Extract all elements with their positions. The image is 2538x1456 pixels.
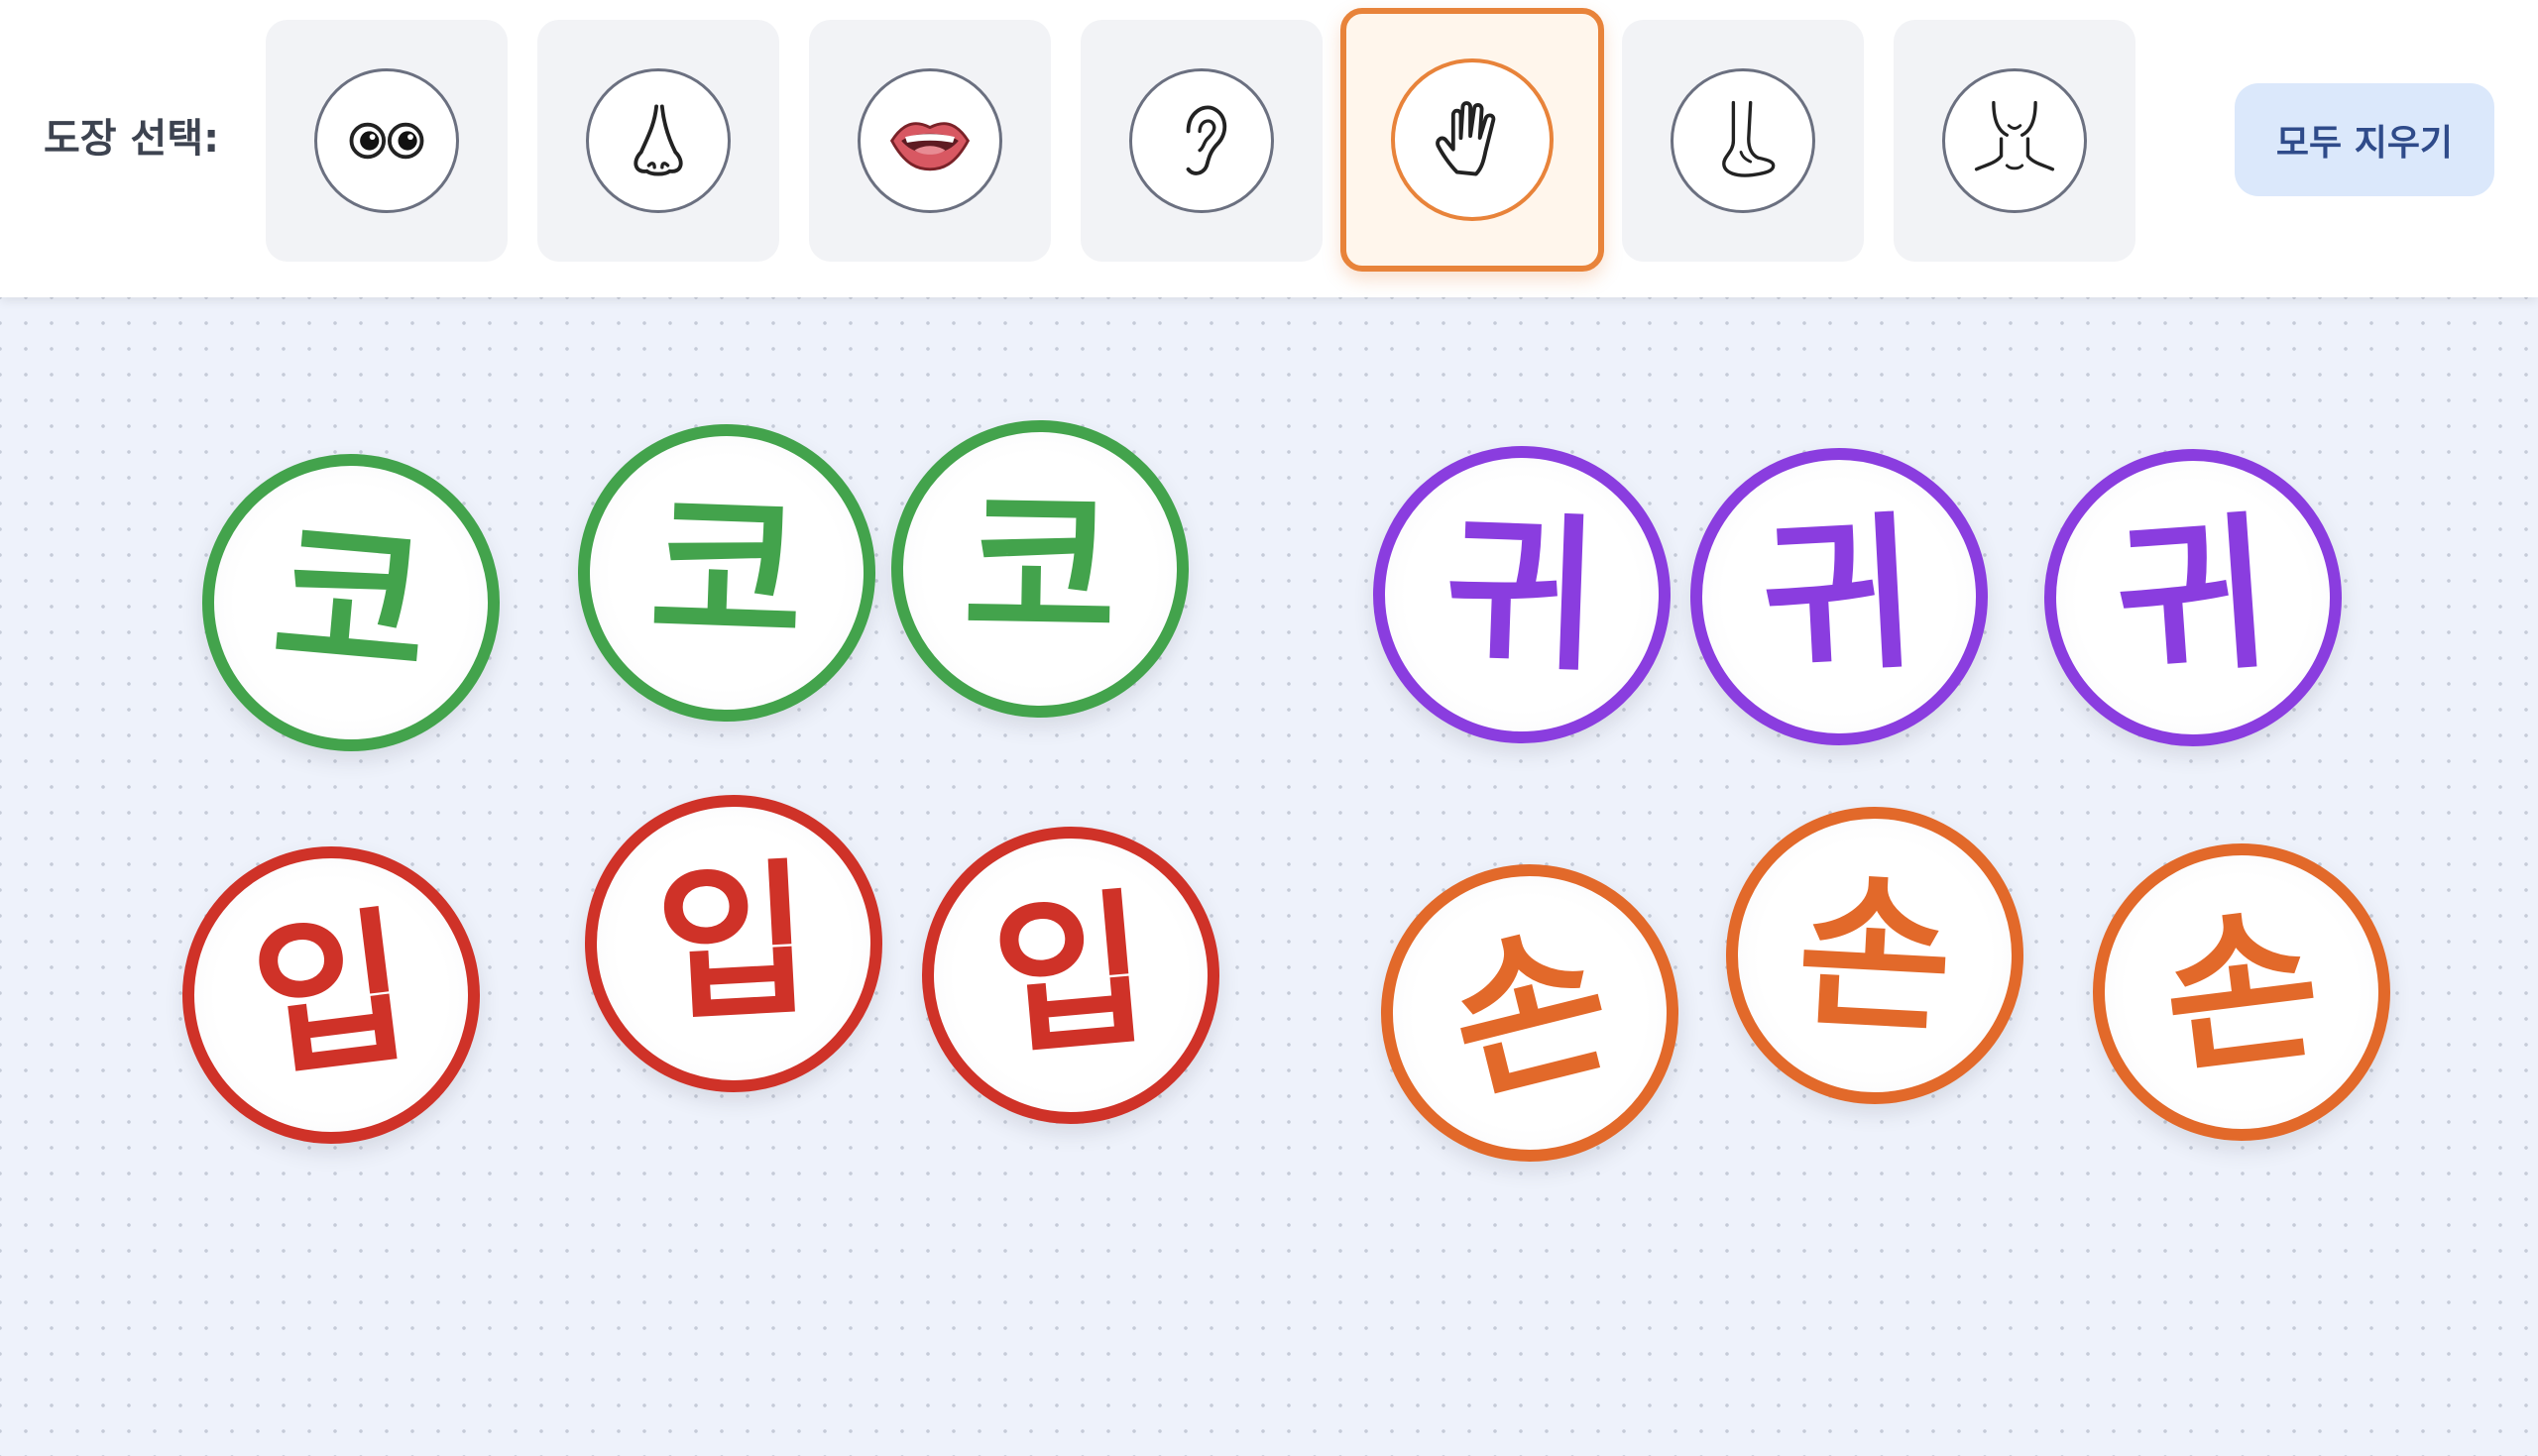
tool-hand-button[interactable]	[1340, 8, 1604, 272]
stamp-hand-1[interactable]: 손	[1349, 833, 1710, 1193]
stamp-hand-3[interactable]: 손	[2075, 826, 2408, 1159]
stamp-mouth-2[interactable]: 입	[577, 787, 890, 1100]
tool-neck-button[interactable]	[1894, 20, 2135, 262]
stamp-ear-2[interactable]: 귀	[1682, 440, 1996, 753]
foot-icon	[1722, 100, 1776, 177]
stamp-ear-1[interactable]: 귀	[1367, 440, 1676, 749]
tool-ear-button[interactable]	[1081, 20, 1323, 262]
tool-mouth-button[interactable]	[809, 20, 1051, 262]
stamp-nose-3[interactable]: 코	[888, 417, 1192, 721]
stamp-toolbar: 도장 선택: 모두 지우기	[0, 0, 2538, 297]
stamp-nose-1[interactable]: 코	[189, 441, 513, 764]
nose-icon	[634, 104, 683, 176]
stamp-nose-2[interactable]: 코	[572, 418, 881, 728]
neck-icon	[1974, 100, 2055, 171]
mouth-icon	[889, 122, 971, 171]
stamp-canvas[interactable]: 코 코 코 귀 귀 귀 입 입 입 손 손 손	[0, 297, 2538, 1456]
eyes-icon	[349, 122, 424, 160]
stamp-hand-2[interactable]: 손	[1718, 799, 2031, 1112]
tool-eyes-button[interactable]	[266, 20, 508, 262]
hand-icon	[1436, 101, 1496, 176]
stamp-ear-3[interactable]: 귀	[2033, 438, 2353, 757]
stamp-mouth-1[interactable]: 입	[165, 829, 498, 1162]
ear-icon	[1186, 105, 1227, 175]
stamp-mouth-3[interactable]: 입	[909, 814, 1232, 1137]
clear-all-button[interactable]: 모두 지우기	[2235, 83, 2494, 196]
stamp-select-label: 도장 선택:	[44, 116, 220, 162]
tool-foot-button[interactable]	[1622, 20, 1864, 262]
tool-nose-button[interactable]	[537, 20, 779, 262]
